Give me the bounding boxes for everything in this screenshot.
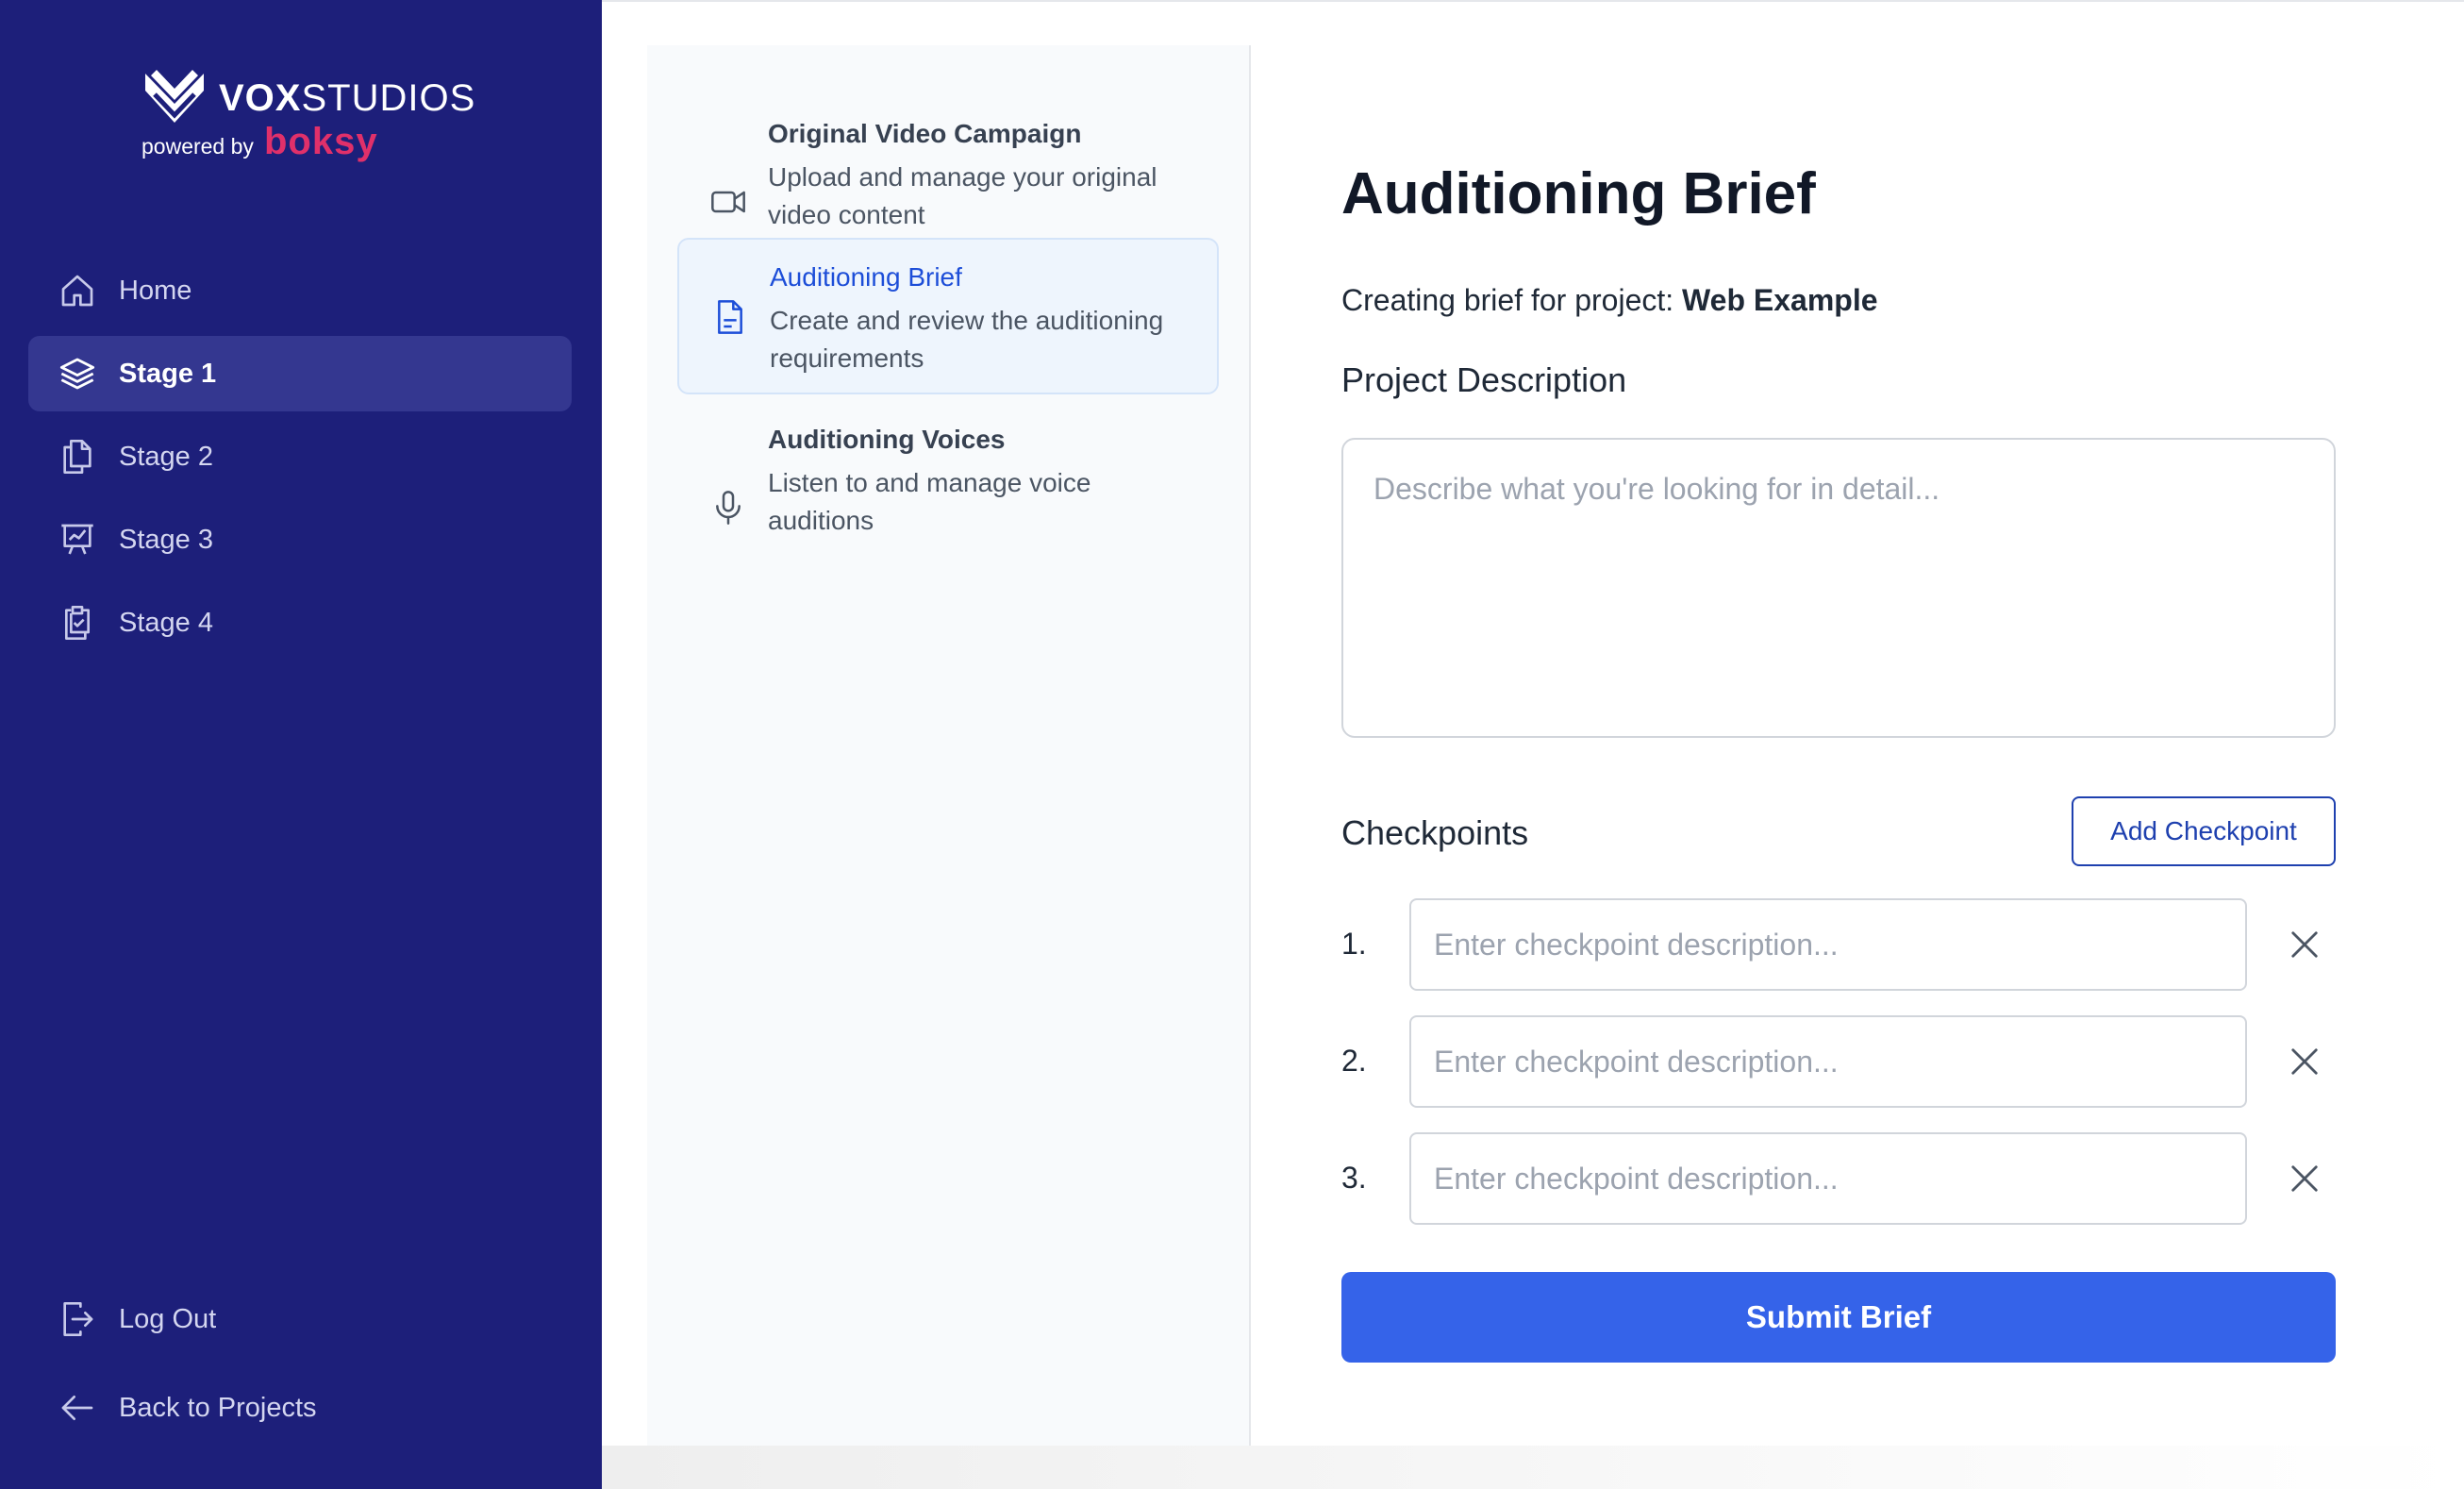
checkpoint-number: 1.	[1341, 927, 1367, 961]
checkpoint-input[interactable]	[1409, 898, 2247, 991]
sidebar-item-home[interactable]: Home	[28, 253, 572, 328]
project-name: Web Example	[1682, 283, 1878, 317]
step-original-video-campaign[interactable]: Original Video Campaign Upload and manag…	[677, 96, 1219, 253]
step-title: Auditioning Brief	[770, 262, 962, 292]
partner-brand: boksy	[264, 121, 378, 162]
logout-label: Log Out	[119, 1303, 217, 1334]
sidebar: VOXSTUDIOS powered by boksy Home Stage 1…	[0, 0, 602, 1489]
logo-studios: STUDIOS	[301, 77, 476, 119]
project-subtitle: Creating brief for project: Web Example	[1341, 283, 1878, 318]
sidebar-item-stage-3[interactable]: Stage 3	[28, 502, 572, 577]
close-icon[interactable]	[2285, 1042, 2324, 1081]
vox-studios-logo[interactable]: VOXSTUDIOS powered by boksy	[140, 66, 474, 170]
sidebar-item-stage-4[interactable]: Stage 4	[28, 585, 572, 661]
sidebar-item-label: Home	[119, 275, 192, 306]
checkpoint-input[interactable]	[1409, 1015, 2247, 1108]
sidebar-item-label: Stage 1	[119, 358, 217, 389]
checkpoints-label: Checkpoints	[1341, 813, 1529, 852]
checkpoint-row: 3.	[1341, 1132, 2336, 1225]
step-title: Original Video Campaign	[768, 119, 1082, 148]
close-icon[interactable]	[2285, 925, 2324, 964]
layers-icon	[59, 358, 95, 390]
page-title: Auditioning Brief	[1341, 161, 1816, 226]
logout-icon	[63, 1302, 93, 1336]
checkpoint-input[interactable]	[1409, 1132, 2247, 1225]
arrow-left-icon	[61, 1396, 93, 1420]
project-description-label: Project Description	[1341, 360, 1627, 399]
workflow-steps-panel: Original Video Campaign Upload and manag…	[647, 45, 1251, 1446]
microphone-icon	[716, 491, 741, 525]
powered-by-label: powered by	[142, 134, 254, 159]
logo-wordmark: VOXSTUDIOS	[219, 77, 475, 120]
step-description: Listen to and manage voice auditions	[768, 468, 1091, 535]
bottom-edge	[602, 1446, 2464, 1489]
logout-button[interactable]: Log Out	[28, 1281, 572, 1357]
step-description: Upload and manage your original video co…	[768, 162, 1157, 229]
checkpoint-number: 2.	[1341, 1044, 1367, 1078]
project-description-textarea[interactable]	[1341, 438, 2336, 738]
sidebar-item-stage-2[interactable]: Stage 2	[28, 419, 572, 494]
document-icon	[718, 300, 742, 334]
sidebar-item-label: Stage 4	[119, 607, 213, 638]
subtitle-prefix: Creating brief for project:	[1341, 283, 1674, 317]
checkpoint-row: 2.	[1341, 1015, 2336, 1108]
step-description: Create and review the auditioning requir…	[770, 306, 1164, 373]
sidebar-item-stage-1[interactable]: Stage 1	[28, 336, 572, 411]
video-camera-icon	[711, 191, 745, 213]
home-icon	[61, 275, 93, 307]
back-to-projects-button[interactable]: Back to Projects	[28, 1370, 572, 1446]
top-border	[602, 0, 2464, 2]
step-auditioning-brief[interactable]: Auditioning Brief Create and review the …	[677, 238, 1219, 394]
step-title: Auditioning Voices	[768, 425, 1006, 454]
submit-brief-button[interactable]: Submit Brief	[1341, 1272, 2336, 1363]
presentation-chart-icon	[61, 524, 93, 555]
close-icon[interactable]	[2285, 1159, 2324, 1198]
back-to-projects-label: Back to Projects	[119, 1392, 317, 1423]
logo-vox: VOX	[219, 77, 302, 119]
step-auditioning-voices[interactable]: Auditioning Voices Listen to and manage …	[677, 402, 1219, 559]
files-icon	[63, 440, 92, 474]
vox-logo-mark-icon	[145, 70, 204, 123]
checkpoint-row: 1.	[1341, 898, 2336, 991]
checkpoint-number: 3.	[1341, 1161, 1367, 1195]
add-checkpoint-button[interactable]: Add Checkpoint	[2072, 796, 2336, 866]
sidebar-item-label: Stage 3	[119, 524, 213, 555]
sidebar-item-label: Stage 2	[119, 441, 213, 472]
clipboard-check-icon	[65, 606, 90, 640]
